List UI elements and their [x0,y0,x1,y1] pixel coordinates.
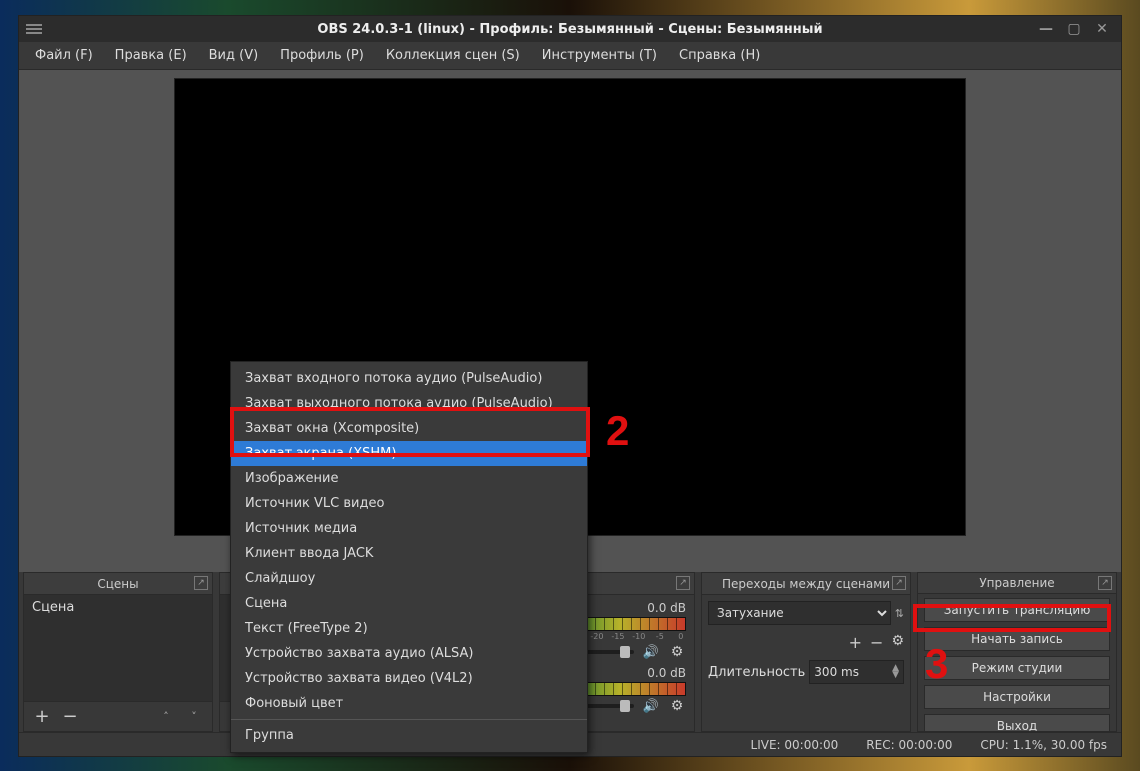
dock-scenes-title: Сцены [97,577,138,591]
scene-item[interactable]: Сцена [26,597,210,618]
menu-edit[interactable]: Правка (E) [105,44,197,67]
scene-remove-button[interactable]: − [60,706,80,727]
scenes-list[interactable]: Сцена [24,595,212,701]
speaker-icon[interactable]: 🔊 [642,645,660,660]
ctx-separator [231,719,587,720]
ctx-item-scene[interactable]: Сцена [231,591,587,616]
menu-profile[interactable]: Профиль (P) [270,44,374,67]
track-db: 0.0 dB [647,601,686,615]
status-live: LIVE: 00:00:00 [751,738,839,752]
dock-controls: Управление ↗ Запустить трансляцию Начать… [917,572,1117,732]
track-settings-icon[interactable]: ⚙ [668,698,686,714]
menu-tools[interactable]: Инструменты (T) [532,44,667,67]
ctx-item-audio-input[interactable]: Захват входного потока аудио (PulseAudio… [231,366,587,391]
transition-remove-button[interactable]: − [870,633,883,652]
ctx-item-group[interactable]: Группа [231,723,587,748]
select-arrows-icon: ⇅ [895,607,904,620]
ctx-item-audio-output[interactable]: Захват выходного потока аудио (PulseAudi… [231,391,587,416]
window-title: OBS 24.0.3-1 (linux) - Профиль: Безымянн… [317,22,822,37]
menubar: Файл (F) Правка (E) Вид (V) Профиль (P) … [19,42,1121,70]
dock-controls-title: Управление [979,576,1054,590]
dock-popout-icon[interactable]: ↗ [1098,576,1112,590]
dock-scenes: Сцены ↗ Сцена + − ˄ ˅ [23,572,213,732]
menu-file[interactable]: Файл (F) [25,44,103,67]
start-streaming-button[interactable]: Запустить трансляцию [924,598,1110,622]
dock-transitions-title: Переходы между сценами [722,577,890,591]
studio-mode-button[interactable]: Режим студии [924,656,1110,680]
menu-view[interactable]: Вид (V) [199,44,269,67]
scene-add-button[interactable]: + [32,706,52,727]
ctx-item-image[interactable]: Изображение [231,466,587,491]
menu-scene-collection[interactable]: Коллекция сцен (S) [376,44,530,67]
ctx-item-media-source[interactable]: Источник медиа [231,516,587,541]
transition-settings-button[interactable]: ⚙ [891,633,904,652]
ctx-item-window-capture[interactable]: Захват окна (Xcomposite) [231,416,587,441]
scene-down-button[interactable]: ˅ [184,710,204,723]
status-cpu: CPU: 1.1%, 30.00 fps [980,738,1107,752]
ctx-item-v4l2-capture[interactable]: Устройство захвата видео (V4L2) [231,666,587,691]
dock-popout-icon[interactable]: ↗ [194,576,208,590]
status-rec: REC: 00:00:00 [866,738,952,752]
duration-spinbox[interactable]: 300 ms ▲▼ [809,660,904,684]
maximize-button[interactable]: ▢ [1067,22,1081,36]
transition-add-button[interactable]: + [849,633,862,652]
ctx-item-alsa-capture[interactable]: Устройство захвата аудио (ALSA) [231,641,587,666]
app-menu-icon[interactable] [25,20,43,38]
titlebar: OBS 24.0.3-1 (linux) - Профиль: Безымянн… [19,16,1121,42]
dock-popout-icon[interactable]: ↗ [676,576,690,590]
menu-help[interactable]: Справка (H) [669,44,770,67]
dock-popout-icon[interactable]: ↗ [892,576,906,590]
duration-label: Длительность [708,665,805,680]
ctx-item-color-source[interactable]: Фоновый цвет [231,691,587,716]
start-recording-button[interactable]: Начать запись [924,627,1110,651]
track-db: 0.0 dB [647,666,686,680]
close-button[interactable]: ✕ [1095,22,1109,36]
dock-transitions: Переходы между сценами ↗ Затухание ⇅ + −… [701,572,911,732]
ctx-item-text[interactable]: Текст (FreeType 2) [231,616,587,641]
ctx-item-vlc-source[interactable]: Источник VLC видео [231,491,587,516]
speaker-icon[interactable]: 🔊 [642,699,660,714]
add-source-context-menu: Захват входного потока аудио (PulseAudio… [230,361,588,753]
track-settings-icon[interactable]: ⚙ [668,644,686,660]
transition-select[interactable]: Затухание [708,601,891,625]
ctx-item-screen-capture[interactable]: Захват экрана (XSHM) [231,441,587,466]
settings-button[interactable]: Настройки [924,685,1110,709]
scene-up-button[interactable]: ˄ [156,710,176,723]
exit-button[interactable]: Выход [924,714,1110,731]
minimize-button[interactable]: — [1039,22,1053,36]
ctx-item-slideshow[interactable]: Слайдшоу [231,566,587,591]
ctx-item-jack-client[interactable]: Клиент ввода JACK [231,541,587,566]
app-window: OBS 24.0.3-1 (linux) - Профиль: Безымянн… [18,15,1122,757]
